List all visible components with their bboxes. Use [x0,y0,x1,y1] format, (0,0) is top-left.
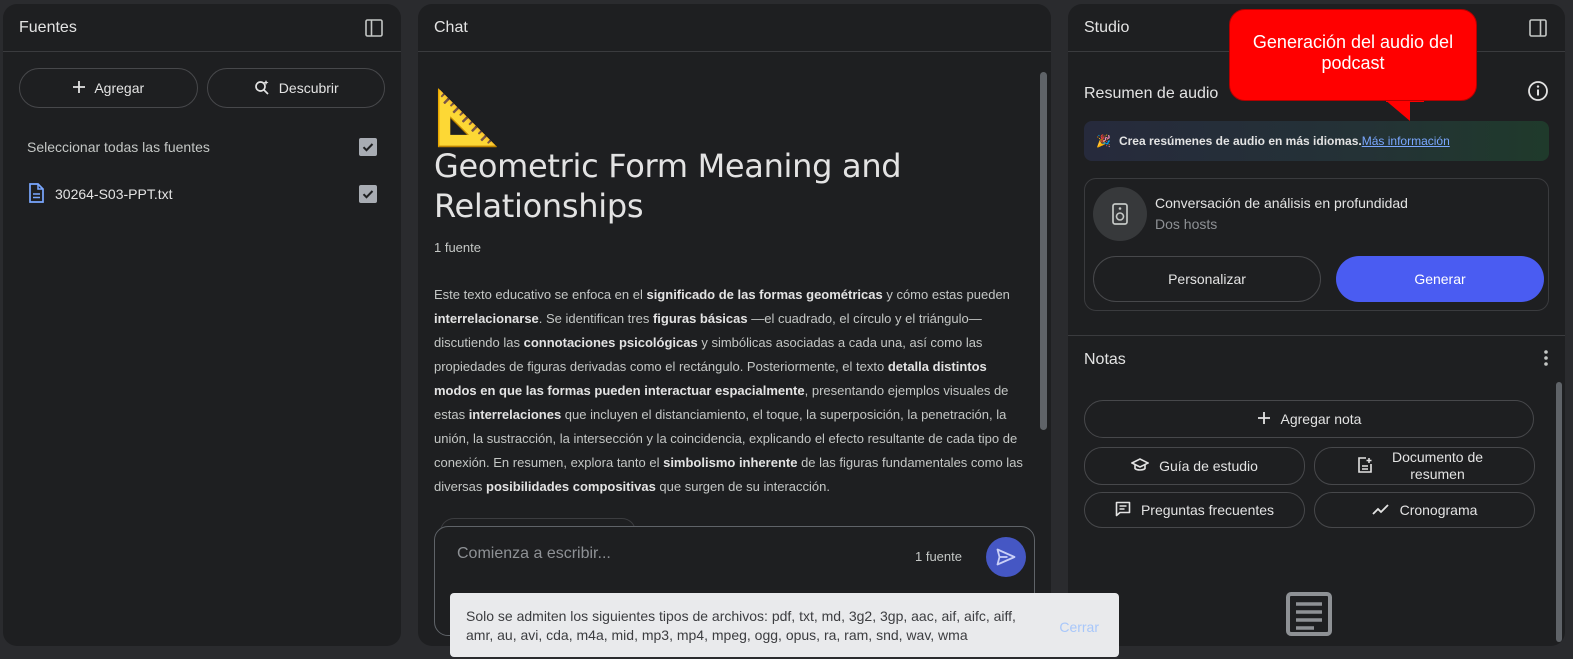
notes-empty-document-icon [1286,592,1332,641]
banner-text: Crea resúmenes de audio en más idiomas. [1118,134,1362,148]
summary-document-button[interactable]: Documento de resumen [1314,447,1535,485]
study-guide-label: Guía de estudio [1159,458,1258,474]
summary-document-label: Documento de resumen [1391,449,1484,482]
summary-emphasis: interrelacionarse [434,311,539,326]
customize-button[interactable]: Personalizar [1093,256,1321,302]
chat-title: Chat [434,18,468,36]
summary-text: . Se identifican tres [538,311,653,326]
add-source-label: Agregar [94,80,145,96]
faq-label: Preguntas frecuentes [1140,502,1275,518]
studio-title: Studio [1084,18,1130,36]
info-icon[interactable] [1527,80,1549,107]
notebook-source-count: 1 fuente [434,240,481,255]
search-sparkle-icon [253,78,271,99]
chat-scrollbar[interactable] [1040,72,1047,430]
notebook-summary: Este texto educativo se enfoca en el sig… [434,283,1032,499]
send-button[interactable] [986,537,1026,577]
conversation-subtitle: Dos hosts [1155,216,1218,232]
faq-button[interactable]: Preguntas frecuentes [1084,492,1305,528]
source-item[interactable]: 30264-S03-PPT.txt [3,170,401,218]
source-name: 30264-S03-PPT.txt [55,186,173,202]
timeline-label: Cronograma [1399,502,1478,518]
graduation-cap-icon [1130,457,1150,475]
notebook-emoji: 📐 [434,88,502,148]
plus-icon [72,80,86,97]
conversation-title: Conversación de análisis en profundidad [1155,195,1408,211]
summary-text: Este texto educativo se enfoca en el [434,287,647,302]
chat-panel: Chat 📐 Geometric Form Meaning and Relati… [418,4,1051,646]
summary-emphasis: connotaciones psicológicas [523,335,698,350]
timeline-button[interactable]: Cronograma [1314,492,1535,528]
summary-emphasis: simbolismo inherente [663,455,798,470]
summary-emphasis: figuras básicas [652,311,748,326]
sources-panel: Fuentes Agregar Descubrir Seleccionar to… [3,4,401,646]
audio-card: Conversación de análisis en profundidad … [1084,178,1549,311]
add-source-button[interactable]: Agregar [19,68,198,108]
add-document-icon [1357,456,1373,476]
summary-emphasis: interrelaciones [468,407,562,422]
party-icon: 🎉 [1096,134,1111,148]
collapse-panel-icon[interactable] [363,17,385,39]
collapse-panel-icon[interactable] [1527,17,1549,39]
chat-input[interactable]: Comienza a escribir... [457,545,611,563]
input-source-count: 1 fuente [915,549,962,564]
chat-header: Chat [418,4,1051,52]
toast-close-button[interactable]: Cerrar [1059,618,1099,637]
document-icon [27,182,45,206]
summary-emphasis: posibilidades compositivas [486,479,656,494]
study-guide-button[interactable]: Guía de estudio [1084,447,1305,485]
more-vert-icon[interactable] [1543,349,1549,372]
plus-icon [1257,411,1271,428]
discover-button[interactable]: Descubrir [206,68,385,108]
send-icon [996,548,1016,566]
summary-emphasis: significado de las formas geométricas [646,287,883,302]
select-all-checkbox[interactable] [359,138,377,156]
notebook-title: Geometric Form Meaning and Relationships [434,147,902,225]
add-note-label: Agregar nota [1280,411,1362,427]
callout-pointer [1384,99,1410,121]
generate-button[interactable]: Generar [1336,256,1544,302]
discover-label: Descubrir [278,80,339,96]
languages-banner: 🎉 Crea resúmenes de audio en más idiomas… [1084,121,1549,161]
podcast-callout: Generación del audio del podcast [1229,9,1477,101]
add-note-button[interactable]: Agregar nota [1084,400,1534,438]
chat-bubble-icon [1115,501,1131,520]
notes-scrollbar[interactable] [1556,382,1562,642]
summary-text: que surgen de su interacción. [655,479,830,494]
sources-header: Fuentes [3,4,401,52]
trending-line-icon [1371,502,1390,518]
more-info-link[interactable]: Más información [1362,134,1450,148]
source-checkbox[interactable] [359,185,377,203]
select-all-row[interactable]: Seleccionar todas las fuentes [3,124,401,170]
summary-text: y cómo estas pueden [882,287,1010,302]
toast-message: Solo se admiten los siguientes tipos de … [466,608,1016,643]
speaker-icon [1093,187,1147,241]
audio-overview-title: Resumen de audio [1084,84,1219,102]
file-type-toast: Solo se admiten los siguientes tipos de … [450,593,1119,657]
select-all-label: Seleccionar todas las fuentes [27,139,210,155]
sources-title: Fuentes [19,18,77,36]
notes-title: Notas [1084,351,1126,368]
